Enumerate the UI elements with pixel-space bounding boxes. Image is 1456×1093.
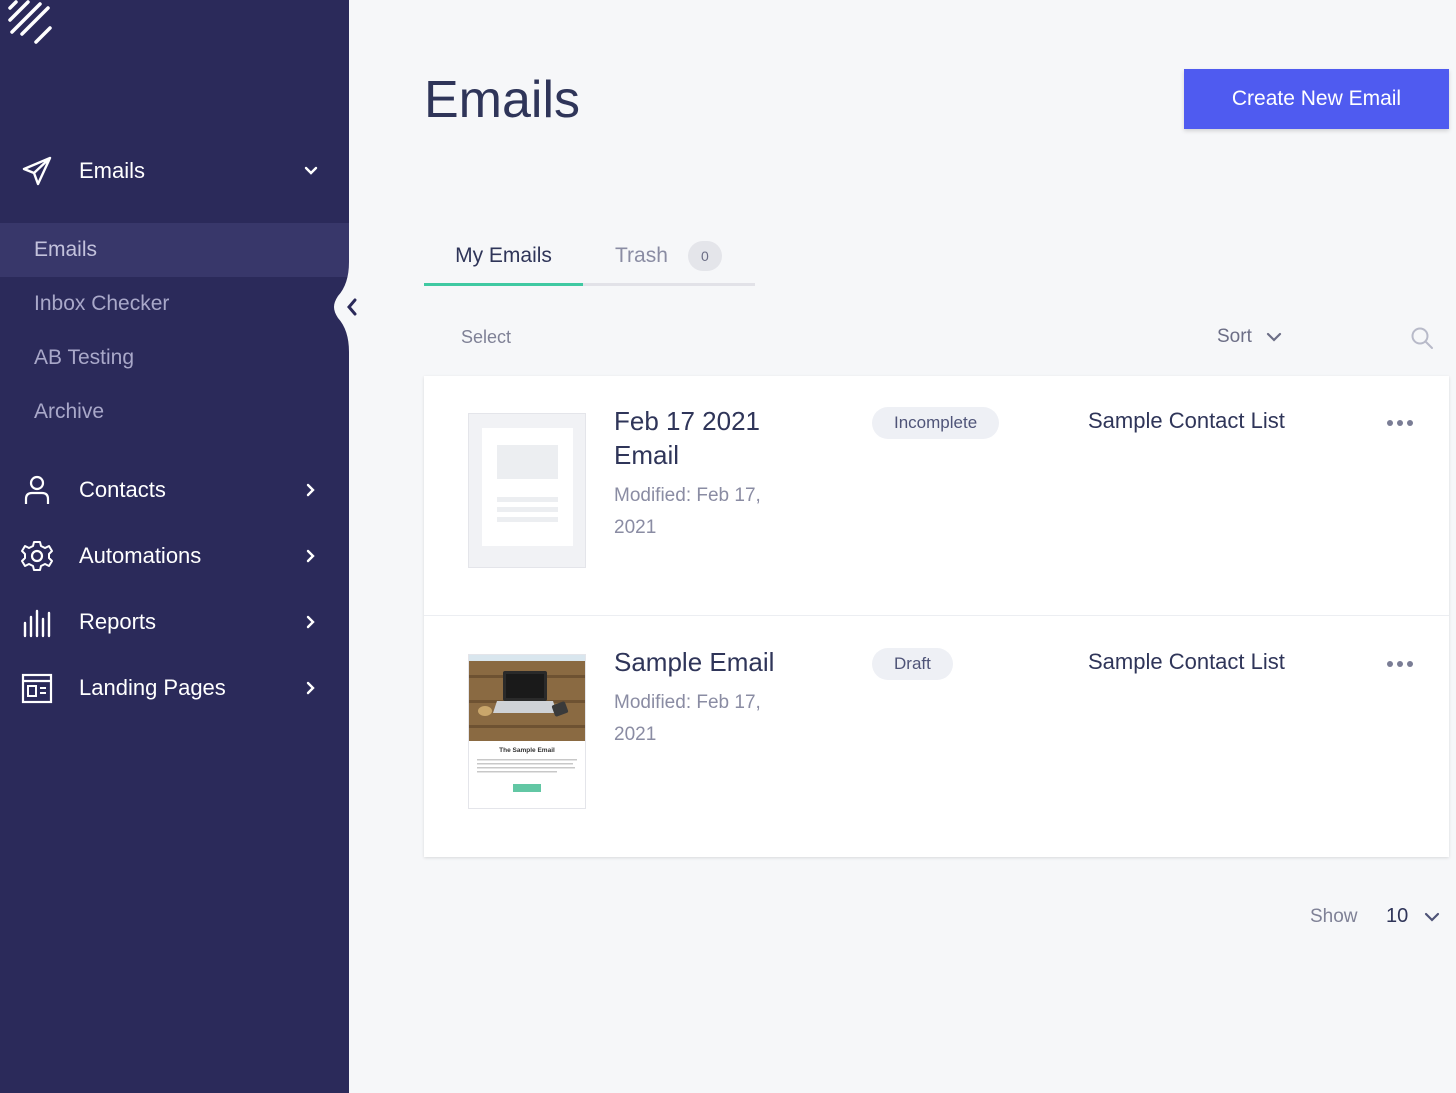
sidebar-item-landing-pages[interactable]: Landing Pages [0, 658, 349, 718]
blank-template-preview [469, 414, 585, 567]
chevron-down-icon [304, 166, 318, 175]
email-title[interactable]: Feb 17 2021 Email [614, 404, 814, 472]
sidebar-item-label: Reports [79, 609, 157, 634]
sidebar-item-label: Emails [79, 158, 146, 183]
sample-email-preview: The Sample Email [469, 655, 585, 808]
thumb-heading: The Sample Email [499, 747, 555, 754]
sidebar: Emails Emails Inbox Checker AB Testing A… [0, 0, 349, 1093]
tab-label: Trash [615, 244, 668, 267]
chevron-down-icon [1425, 912, 1440, 922]
brand-logo-icon[interactable] [4, 0, 52, 48]
email-modified-date: Modified: Feb 17, 2021 [614, 485, 761, 538]
email-row[interactable]: Feb 17 2021 Email Modified: Feb 17, 2021… [424, 376, 1449, 616]
page-size-label: Show [1310, 906, 1358, 927]
contact-list-name: Sample Contact List [1088, 649, 1285, 674]
chevron-right-icon [306, 681, 315, 695]
page-size-select[interactable]: 10 [1386, 905, 1442, 928]
email-modified-date: Modified: Feb 17, 2021 [614, 692, 761, 745]
chevron-right-icon [306, 483, 315, 497]
create-new-email-button[interactable]: Create New Email [1184, 69, 1449, 129]
sidebar-subitem-inbox-checker[interactable]: Inbox Checker [0, 277, 349, 331]
email-list: Feb 17 2021 Email Modified: Feb 17, 2021… [424, 376, 1449, 857]
more-options-icon[interactable] [1386, 416, 1414, 430]
sidebar-subitem-emails[interactable]: Emails [0, 223, 349, 277]
email-tabs: My Emails Trash 0 [424, 226, 755, 286]
bar-chart-icon [23, 609, 51, 638]
email-thumbnail[interactable] [468, 413, 586, 568]
sidebar-item-automations[interactable]: Automations [0, 526, 349, 586]
sidebar-collapse-toggle[interactable] [328, 262, 368, 352]
svg-text:The Sample Email: The Sample Email [499, 747, 555, 754]
tab-active-indicator [424, 283, 583, 286]
tab-my-emails[interactable]: My Emails [424, 226, 583, 286]
sidebar-item-reports[interactable]: Reports [0, 592, 349, 652]
email-row[interactable]: The Sample Email Sample Email Modified: … [424, 617, 1449, 857]
status-badge: Draft [872, 648, 953, 680]
sort-label: Sort [1217, 326, 1252, 347]
sidebar-item-label: Contacts [79, 477, 166, 502]
select-button[interactable]: Select [461, 327, 511, 348]
chevron-right-icon [306, 615, 315, 629]
contact-list-name: Sample Contact List [1088, 408, 1285, 433]
user-icon [24, 475, 50, 504]
email-title[interactable]: Sample Email [614, 645, 814, 679]
sidebar-subitem-archive[interactable]: Archive [0, 385, 349, 439]
chevron-right-icon [306, 549, 315, 563]
chevron-down-icon [1266, 332, 1281, 342]
paper-plane-icon [22, 156, 52, 186]
email-thumbnail[interactable]: The Sample Email [468, 654, 586, 809]
status-badge: Incomplete [872, 407, 1000, 439]
tab-label: My Emails [455, 244, 552, 267]
sidebar-item-contacts[interactable]: Contacts [0, 460, 349, 520]
page-title: Emails [424, 71, 581, 129]
more-options-icon[interactable] [1386, 657, 1414, 671]
chevron-left-icon [347, 298, 357, 316]
page-size-value: 10 [1386, 905, 1409, 927]
sidebar-item-label: Landing Pages [79, 675, 226, 700]
sort-dropdown[interactable]: Sort [1217, 326, 1284, 348]
gear-icon [21, 541, 53, 571]
sidebar-item-label: Automations [79, 543, 202, 568]
landing-page-icon [21, 673, 53, 704]
sidebar-item-emails[interactable]: Emails [0, 141, 349, 201]
tab-trash[interactable]: Trash 0 [615, 226, 722, 286]
sidebar-subitem-ab-testing[interactable]: AB Testing [0, 331, 349, 385]
search-icon[interactable] [1410, 326, 1434, 350]
trash-count-badge: 0 [687, 241, 722, 271]
